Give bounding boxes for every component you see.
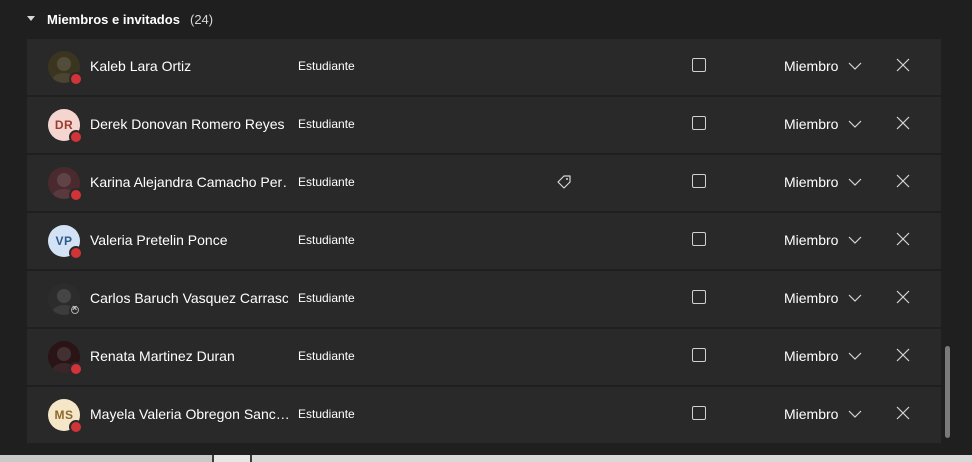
section-header[interactable]: Miembros e invitados (24) [0,0,972,40]
member-name[interactable]: Derek Donovan Romero Reyes [90,116,288,132]
section-count: (24) [190,12,214,27]
member-row[interactable]: Karina Alejandra Camacho Per… Estudiante M… [27,155,941,211]
role-dropdown[interactable]: Miembro [784,116,838,132]
bottom-segment [0,455,212,462]
remove-member-icon[interactable] [895,115,911,131]
member-role-label: Estudiante [298,175,355,189]
member-name[interactable]: Mayela Valeria Obregon Sanc… [90,406,288,422]
remove-member-icon[interactable] [895,289,911,305]
member-name[interactable]: Carlos Baruch Vasquez Carrasco [90,290,288,306]
owner-checkbox[interactable] [692,174,706,188]
avatar[interactable]: VP [48,225,83,260]
avatar-initials: MS [54,408,74,422]
presence-offline-icon [69,303,83,318]
avatar[interactable] [48,283,83,318]
chevron-down-icon[interactable] [848,117,862,131]
avatar[interactable] [48,51,83,86]
member-role-label: Estudiante [298,117,355,131]
role-dropdown[interactable]: Miembro [784,58,838,74]
member-name[interactable]: Valeria Pretelin Ponce [90,232,288,248]
bottom-strip [0,455,972,462]
role-dropdown[interactable]: Miembro [784,290,838,306]
role-dropdown[interactable]: Miembro [784,174,838,190]
bottom-segment [252,455,972,462]
owner-checkbox[interactable] [692,348,706,362]
members-list: Kaleb Lara Ortiz Estudiante Miembro DR Derek… [27,39,941,445]
member-row[interactable]: MS Mayela Valeria Obregon Sanc… Estudiante… [27,387,941,443]
chevron-down-icon[interactable] [848,407,862,421]
member-row[interactable]: Carlos Baruch Vasquez Carrasco Estudiante… [27,271,941,327]
avatar[interactable] [48,341,83,376]
avatar[interactable] [48,167,83,202]
chevron-down-icon[interactable] [848,291,862,305]
scrollbar-thumb[interactable] [945,346,950,438]
member-row[interactable]: Kaleb Lara Ortiz Estudiante Miembro [27,39,941,95]
owner-checkbox[interactable] [692,232,706,246]
remove-member-icon[interactable] [895,405,911,421]
member-role-label: Estudiante [298,291,355,305]
owner-checkbox[interactable] [692,290,706,304]
presence-busy-icon [69,130,83,144]
bottom-segment [214,455,250,462]
caret-down-icon[interactable] [27,16,35,21]
avatar[interactable]: MS [48,399,83,434]
presence-busy-icon [69,188,83,202]
avatar-initials: DR [54,118,74,132]
remove-member-icon[interactable] [895,57,911,73]
tag-icon[interactable] [555,173,573,191]
member-row[interactable]: DR Derek Donovan Romero Reyes Estudiante Mi… [27,97,941,153]
presence-busy-icon [69,72,83,86]
member-role-label: Estudiante [298,407,355,421]
member-row[interactable]: VP Valeria Pretelin Ponce Estudiante Miembr… [27,213,941,269]
remove-member-icon[interactable] [895,231,911,247]
member-role-label: Estudiante [298,59,355,73]
role-dropdown[interactable]: Miembro [784,406,838,422]
remove-member-icon[interactable] [895,347,911,363]
presence-busy-icon [69,246,83,260]
member-role-label: Estudiante [298,349,355,363]
remove-member-icon[interactable] [895,173,911,189]
chevron-down-icon[interactable] [848,59,862,73]
owner-checkbox[interactable] [692,406,706,420]
avatar[interactable]: DR [48,109,83,144]
member-role-label: Estudiante [298,233,355,247]
avatar-initials: VP [55,234,73,248]
owner-checkbox[interactable] [692,58,706,72]
role-dropdown[interactable]: Miembro [784,232,838,248]
presence-busy-icon [69,420,83,434]
section-title: Miembros e invitados [47,12,180,27]
owner-checkbox[interactable] [692,116,706,130]
presence-busy-icon [69,362,83,376]
chevron-down-icon[interactable] [848,233,862,247]
member-row[interactable]: Renata Martinez Duran Estudiante Miembro [27,329,941,385]
member-name[interactable]: Kaleb Lara Ortiz [90,58,288,74]
chevron-down-icon[interactable] [848,175,862,189]
member-name[interactable]: Karina Alejandra Camacho Per… [90,174,288,190]
chevron-down-icon[interactable] [848,349,862,363]
role-dropdown[interactable]: Miembro [784,348,838,364]
member-name[interactable]: Renata Martinez Duran [90,348,288,364]
